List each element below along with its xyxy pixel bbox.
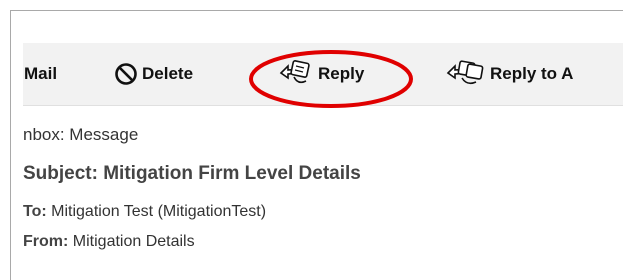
reply-label: Reply [318,64,365,83]
message-to: To: Mitigation Test (MitigationTest) [23,203,266,221]
reply-button[interactable]: Reply [278,43,364,105]
toolbar: Mail Delete Reply Reply to A [23,43,623,106]
breadcrumb: nbox: Message [23,125,139,144]
subject-label: Subject: [23,163,98,184]
to-label: To: [23,203,47,220]
delete-button[interactable]: Delete [114,43,193,105]
reply-all-button[interactable]: Reply to A [446,43,573,105]
from-value: Mitigation Details [72,233,195,250]
to-value: Mitigation Test (MitigationTest) [51,203,267,220]
subject-value: Mitigation Firm Level Details [103,163,361,184]
delete-icon [114,62,138,86]
message-from: From: Mitigation Details [23,233,195,251]
mail-label: Mail [24,64,58,83]
reply-all-icon [446,59,486,89]
from-label: From: [23,233,69,250]
reply-all-label: Reply to A [490,64,574,83]
delete-label: Delete [142,64,194,83]
message-subject: Subject: Mitigation Firm Level Details [23,163,361,185]
reply-icon [278,59,312,89]
mail-button[interactable]: Mail [24,43,57,105]
